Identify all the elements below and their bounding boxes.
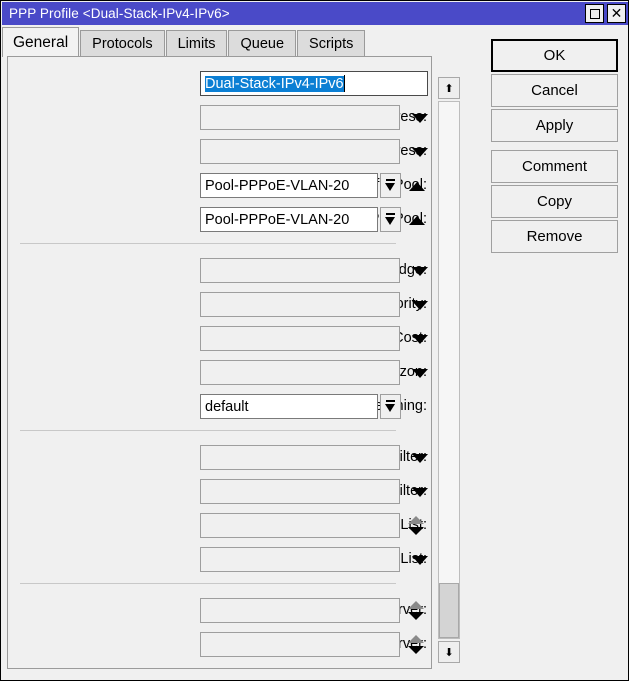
tab-queue[interactable]: Queue <box>228 30 296 57</box>
stepper-down-icon[interactable] <box>408 612 424 620</box>
cancel-button[interactable]: Cancel <box>491 74 618 107</box>
name-value: Dual-Stack-IPv4-IPv6 <box>205 76 344 92</box>
ppp-profile-dialog: PPP Profile <Dual-Stack-IPv4-IPv6> ✕ Gen… <box>0 0 629 681</box>
text-caret <box>344 75 345 92</box>
close-icon: ✕ <box>611 7 623 21</box>
wins-server-input[interactable] <box>200 632 400 657</box>
apply-button[interactable]: Apply <box>491 109 618 142</box>
scroll-up-button[interactable]: ⬆ <box>438 77 460 99</box>
bridge-horizon-input[interactable] <box>200 360 400 385</box>
stepper-up-icon[interactable] <box>408 516 424 524</box>
stepper-up-icon[interactable] <box>408 635 424 643</box>
dhcpv6-pd-pool-collapse-arrow-icon[interactable] <box>409 216 425 225</box>
tab-limits[interactable]: Limits <box>166 30 228 57</box>
stepper-up-icon[interactable] <box>408 601 424 609</box>
bridge-path-cost-dropdown-arrow-icon[interactable] <box>412 335 428 344</box>
general-tab-panel: Name:Dual-Stack-IPv4-IPv6Local Address:R… <box>7 56 432 669</box>
group-separator <box>20 243 396 244</box>
remote-address-input[interactable] <box>200 139 400 164</box>
bridge-dropdown-arrow-icon[interactable] <box>412 267 428 276</box>
bridge-learning-dropdown-button[interactable] <box>380 394 401 419</box>
dropdown-bar-icon <box>386 400 395 402</box>
bridge-port-priority-dropdown-arrow-icon[interactable] <box>412 301 428 310</box>
copy-button[interactable]: Copy <box>491 185 618 218</box>
wins-server-stepper[interactable] <box>407 633 425 659</box>
outgoing-filter-dropdown-arrow-icon[interactable] <box>412 488 428 497</box>
remote-ipv6-prefix-pool-value: Pool-PPPoE-VLAN-20 <box>205 178 349 194</box>
remove-button[interactable]: Remove <box>491 220 618 253</box>
dropdown-arrow-icon <box>385 183 395 191</box>
scrollbar-track[interactable] <box>438 101 460 639</box>
close-button[interactable]: ✕ <box>607 4 626 23</box>
maximize-icon <box>590 9 600 19</box>
incoming-filter-input[interactable] <box>200 445 400 470</box>
dns-server-stepper[interactable] <box>407 599 425 625</box>
dropdown-arrow-icon <box>385 217 395 225</box>
stepper-down-icon[interactable] <box>408 527 424 535</box>
remote-ipv6-prefix-pool-dropdown-button[interactable] <box>380 173 401 198</box>
group-separator <box>20 430 396 431</box>
action-buttons: OKCancelApply CommentCopyRemove <box>491 39 618 255</box>
window-controls: ✕ <box>585 4 626 23</box>
dropdown-bar-icon <box>386 179 395 181</box>
bridge-learning-value: default <box>205 399 249 415</box>
bridge-port-priority-input[interactable] <box>200 292 400 317</box>
scroll-down-icon: ⬇ <box>444 647 453 658</box>
local-address-input[interactable] <box>200 105 400 130</box>
bridge-learning-input[interactable]: default <box>200 394 378 419</box>
bridge-input[interactable] <box>200 258 400 283</box>
dns-server-input[interactable] <box>200 598 400 623</box>
local-address-dropdown-arrow-icon[interactable] <box>412 114 428 123</box>
scroll-down-button[interactable]: ⬇ <box>438 641 460 663</box>
maximize-button[interactable] <box>585 4 604 23</box>
address-list-input[interactable] <box>200 513 400 538</box>
scrollbar-thumb[interactable] <box>439 583 459 638</box>
group-separator <box>20 583 396 584</box>
form-scrollbar[interactable]: ⬆ ⬇ <box>438 77 460 663</box>
tab-strip: GeneralProtocolsLimitsQueueScripts <box>2 27 366 57</box>
title-bar[interactable]: PPP Profile <Dual-Stack-IPv4-IPv6> ✕ <box>2 2 629 25</box>
stepper-down-icon[interactable] <box>408 646 424 654</box>
remote-ipv6-prefix-pool-input[interactable]: Pool-PPPoE-VLAN-20 <box>200 173 378 198</box>
dropdown-arrow-icon <box>385 404 395 412</box>
window-title: PPP Profile <Dual-Stack-IPv4-IPv6> <box>2 6 230 21</box>
dropdown-bar-icon <box>386 213 395 215</box>
tab-general[interactable]: General <box>2 27 79 57</box>
dhcpv6-pd-pool-dropdown-button[interactable] <box>380 207 401 232</box>
tab-scripts[interactable]: Scripts <box>297 30 365 57</box>
comment-button[interactable]: Comment <box>491 150 618 183</box>
dhcpv6-pd-pool-value: Pool-PPPoE-VLAN-20 <box>205 212 349 228</box>
scroll-up-icon: ⬆ <box>444 83 453 94</box>
outgoing-filter-input[interactable] <box>200 479 400 504</box>
interface-list-input[interactable] <box>200 547 400 572</box>
bridge-path-cost-input[interactable] <box>200 326 400 351</box>
incoming-filter-dropdown-arrow-icon[interactable] <box>412 454 428 463</box>
interface-list-dropdown-arrow-icon[interactable] <box>412 556 428 565</box>
tab-protocols[interactable]: Protocols <box>80 30 164 57</box>
address-list-stepper[interactable] <box>407 514 425 540</box>
remote-address-dropdown-arrow-icon[interactable] <box>412 148 428 157</box>
name-input[interactable]: Dual-Stack-IPv4-IPv6 <box>200 71 428 96</box>
bridge-horizon-dropdown-arrow-icon[interactable] <box>412 369 428 378</box>
dhcpv6-pd-pool-input[interactable]: Pool-PPPoE-VLAN-20 <box>200 207 378 232</box>
ok-button[interactable]: OK <box>491 39 618 72</box>
remote-ipv6-prefix-pool-collapse-arrow-icon[interactable] <box>409 182 425 191</box>
